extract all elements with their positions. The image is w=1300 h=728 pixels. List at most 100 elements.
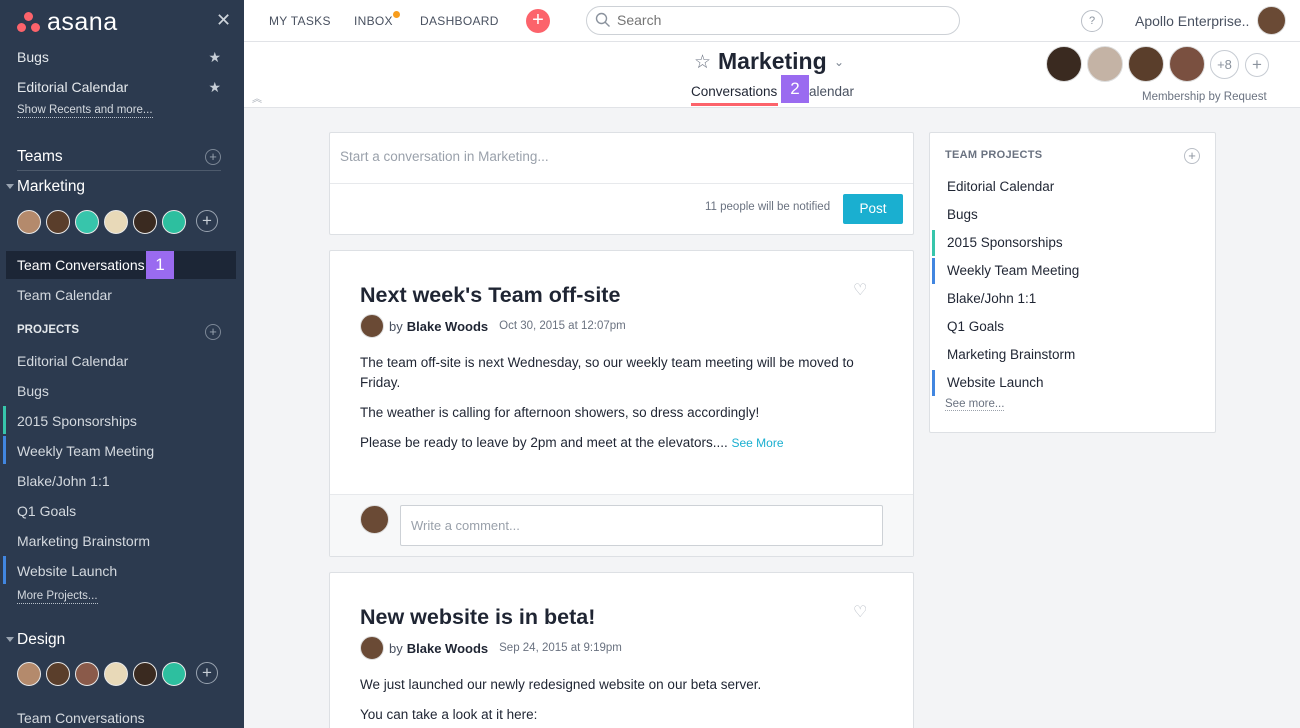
favorite-bugs[interactable]: Bugs ★ — [17, 49, 227, 65]
avatar[interactable] — [1169, 46, 1205, 82]
nav-team-calendar[interactable]: Team Calendar — [17, 287, 112, 303]
post-button[interactable]: Post — [843, 194, 903, 224]
divider — [330, 183, 913, 184]
sidebar-project[interactable]: Q1 Goals — [17, 503, 76, 519]
conversation-post: Next week's Team off-site ♡ by Blake Woo… — [329, 250, 914, 557]
avatar[interactable] — [1128, 46, 1164, 82]
see-more-link[interactable]: See more... — [945, 398, 1005, 411]
team-design[interactable]: Design — [17, 631, 65, 649]
avatar[interactable] — [162, 210, 186, 234]
search-box[interactable] — [586, 6, 960, 35]
add-project-icon[interactable]: + — [205, 324, 221, 340]
author-avatar[interactable] — [360, 636, 384, 660]
search-input[interactable] — [617, 12, 937, 28]
project-color-bar — [932, 370, 935, 396]
help-button[interactable]: ? — [1081, 10, 1103, 32]
nav-team-conversations[interactable]: Team Conversations — [17, 257, 145, 273]
team-project-item[interactable]: 2015 Sponsorships — [947, 235, 1063, 250]
avatar[interactable] — [133, 662, 157, 686]
active-tab-indicator — [691, 103, 778, 106]
conversation-input[interactable]: Start a conversation in Marketing... — [340, 149, 549, 164]
show-recents-link[interactable]: Show Recents and more... — [17, 104, 153, 118]
avatar[interactable] — [75, 210, 99, 234]
more-members-button[interactable]: +8 — [1210, 50, 1239, 79]
project-header: ︽ ☆ Marketing ⌄ Conversations alendar 2 … — [244, 42, 1300, 108]
avatar[interactable] — [1046, 46, 1082, 82]
close-icon[interactable]: ✕ — [216, 10, 231, 31]
team-project-item[interactable]: Blake/John 1:1 — [947, 291, 1036, 306]
avatar[interactable] — [46, 210, 70, 234]
star-icon[interactable]: ★ — [208, 49, 221, 66]
sidebar-project[interactable]: 2015 Sponsorships — [17, 413, 137, 429]
project-color-bar — [3, 406, 6, 434]
avatar[interactable] — [17, 210, 41, 234]
post-title[interactable]: New website is in beta! — [360, 605, 595, 630]
heart-icon[interactable]: ♡ — [853, 602, 867, 622]
sidebar: asana ✕ Bugs ★ Editorial Calendar ★ Show… — [0, 0, 244, 728]
chevron-down-icon[interactable]: ⌄ — [834, 55, 844, 69]
heart-icon[interactable]: ♡ — [853, 280, 867, 300]
inbox-notification-dot — [393, 11, 400, 18]
add-member-icon[interactable]: + — [196, 662, 218, 684]
see-more-link[interactable]: See More — [731, 436, 783, 450]
avatar[interactable] — [104, 662, 128, 686]
membership-setting[interactable]: Membership by Request — [1142, 91, 1267, 103]
more-projects-link[interactable]: More Projects... — [17, 590, 98, 604]
team-project-item[interactable]: Website Launch — [947, 375, 1044, 390]
collapse-marketing-icon[interactable] — [6, 184, 14, 189]
star-icon[interactable]: ☆ — [694, 51, 711, 74]
post-date: Sep 24, 2015 at 9:19pm — [499, 642, 622, 654]
avatar[interactable] — [162, 662, 186, 686]
sidebar-project[interactable]: Marketing Brainstorm — [17, 533, 150, 549]
quick-add-button[interactable]: + — [526, 9, 550, 33]
avatar[interactable] — [1087, 46, 1123, 82]
sidebar-project[interactable]: Blake/John 1:1 — [17, 473, 110, 489]
add-project-icon[interactable]: + — [1184, 148, 1200, 164]
post-paragraph: Please be ready to leave by 2pm and meet… — [360, 433, 880, 453]
page-title[interactable]: Marketing — [718, 48, 827, 75]
add-member-icon[interactable]: + — [196, 210, 218, 232]
favorite-editorial-calendar[interactable]: Editorial Calendar ★ — [17, 79, 227, 95]
post-date: Oct 30, 2015 at 12:07pm — [499, 320, 626, 332]
sidebar-project[interactable]: Weekly Team Meeting — [17, 443, 154, 459]
post-title[interactable]: Next week's Team off-site — [360, 283, 620, 308]
team-project-item[interactable]: Marketing Brainstorm — [947, 347, 1075, 362]
comment-input[interactable]: Write a comment... — [400, 505, 883, 546]
team-project-item[interactable]: Editorial Calendar — [947, 179, 1054, 194]
team-project-item[interactable]: Q1 Goals — [947, 319, 1004, 334]
team-project-item[interactable]: Weekly Team Meeting — [947, 263, 1079, 278]
organization-switcher[interactable]: Apollo Enterprise.. — [1135, 13, 1249, 29]
step-badge-1: 1 — [146, 251, 174, 279]
asana-logo[interactable]: asana — [17, 8, 118, 37]
sidebar-project[interactable]: Website Launch — [17, 563, 117, 579]
tab-calendar[interactable]: alendar — [809, 84, 854, 99]
nav-inbox[interactable]: INBOX — [354, 14, 393, 28]
top-bar: MY TASKS INBOX DASHBOARD + ? Apollo Ente… — [244, 0, 1300, 42]
sidebar-project[interactable]: Editorial Calendar — [17, 353, 128, 369]
add-team-icon[interactable]: + — [205, 149, 221, 165]
avatar[interactable] — [133, 210, 157, 234]
tab-conversations[interactable]: Conversations — [691, 84, 777, 99]
add-member-icon[interactable]: + — [1245, 53, 1269, 77]
nav-design-conversations[interactable]: Team Conversations — [17, 710, 145, 726]
avatar[interactable] — [104, 210, 128, 234]
collapse-design-icon[interactable] — [6, 637, 14, 642]
star-icon[interactable]: ★ — [208, 79, 221, 96]
user-avatar[interactable] — [1257, 6, 1286, 35]
team-project-item[interactable]: Bugs — [947, 207, 978, 222]
conversation-composer: Start a conversation in Marketing... 11 … — [329, 132, 914, 235]
sidebar-project[interactable]: Bugs — [17, 383, 49, 399]
avatar[interactable] — [75, 662, 99, 686]
nav-my-tasks[interactable]: MY TASKS — [269, 14, 331, 28]
team-marketing[interactable]: Marketing — [17, 178, 85, 196]
collapse-header-icon[interactable]: ︽ — [252, 90, 262, 105]
project-color-bar — [3, 436, 6, 464]
nav-dashboard[interactable]: DASHBOARD — [420, 14, 499, 28]
logo-text: asana — [47, 8, 118, 36]
author-avatar[interactable] — [360, 314, 384, 338]
author-name[interactable]: Blake Woods — [407, 641, 488, 656]
author-name[interactable]: Blake Woods — [407, 319, 488, 334]
avatar[interactable] — [46, 662, 70, 686]
team-members: +8 + — [1046, 46, 1269, 82]
avatar[interactable] — [17, 662, 41, 686]
